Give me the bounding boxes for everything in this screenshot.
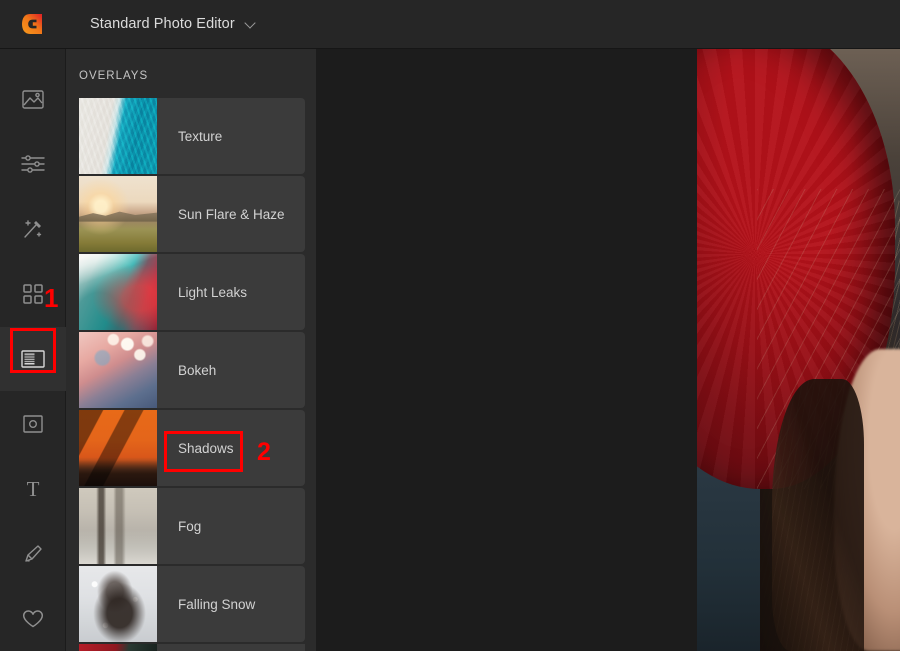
sidebar-item-brush[interactable]	[0, 521, 66, 586]
image-icon	[22, 90, 44, 109]
overlay-label: Sun Flare & Haze	[157, 176, 285, 252]
list-item[interactable]: Sun Flare & Haze	[79, 176, 305, 252]
panel-title: OVERLAYS	[66, 49, 316, 82]
sidebar-item-adjust[interactable]	[0, 132, 66, 197]
overlays-icon	[21, 349, 45, 369]
annotation-number-2: 2	[257, 438, 271, 467]
list-item[interactable]: Texture	[79, 98, 305, 174]
overlay-thumbnail	[79, 98, 157, 174]
sidebar-item-text[interactable]: T	[0, 456, 66, 521]
top-bar: Standard Photo Editor	[0, 0, 900, 49]
heart-icon	[22, 609, 44, 629]
annotation-number-1: 1	[44, 283, 58, 314]
overlay-thumbnail	[79, 410, 157, 486]
overlay-thumbnail	[79, 176, 157, 252]
svg-text:T: T	[26, 479, 39, 499]
overlay-label: Texture	[157, 98, 222, 174]
overlay-thumbnail	[79, 488, 157, 564]
chevron-down-icon[interactable]	[246, 19, 257, 30]
frame-icon	[23, 415, 43, 433]
sidebar-item-photo[interactable]	[0, 67, 66, 132]
sidebar-item-frames[interactable]	[0, 391, 66, 456]
overlay-thumbnail	[79, 566, 157, 642]
photo-editor-window: Standard Photo Editor	[0, 0, 900, 651]
overlay-label	[157, 644, 178, 651]
overlays-list: Texture Sun Flare & Haze Light Leaks Bok…	[66, 98, 316, 651]
sidebar-item-favorites[interactable]	[0, 586, 66, 651]
photo-preview[interactable]	[697, 49, 900, 651]
overlay-label: Light Leaks	[157, 254, 247, 330]
list-item[interactable]: Falling Snow	[79, 566, 305, 642]
text-t-icon: T	[23, 479, 43, 499]
sliders-icon	[21, 154, 45, 174]
magic-wand-icon	[22, 218, 44, 240]
grid-squares-icon	[23, 284, 43, 304]
app-logo-button[interactable]	[0, 0, 66, 49]
document-title-dropdown[interactable]: Standard Photo Editor	[90, 16, 257, 32]
overlay-label: Bokeh	[157, 332, 216, 408]
brush-icon	[22, 543, 44, 565]
document-title-label: Standard Photo Editor	[90, 16, 235, 32]
overlay-thumbnail	[79, 254, 157, 330]
overlay-label: Shadows	[157, 410, 234, 486]
editor-canvas[interactable]	[316, 49, 900, 651]
tool-rail: T	[0, 49, 66, 651]
app-logo-c-icon	[20, 11, 46, 37]
overlay-thumbnail	[79, 332, 157, 408]
sidebar-item-overlays[interactable]	[0, 327, 66, 392]
overlays-panel: OVERLAYS Texture Sun Flare & Haze Light …	[66, 49, 316, 651]
overlay-label: Falling Snow	[157, 566, 255, 642]
list-item[interactable]	[79, 644, 305, 651]
overlay-label: Fog	[157, 488, 201, 564]
list-item[interactable]: Fog	[79, 488, 305, 564]
list-item[interactable]: Light Leaks	[79, 254, 305, 330]
overlay-thumbnail	[79, 644, 157, 651]
photo-hair-front	[772, 379, 864, 651]
list-item-shadows[interactable]: Shadows	[79, 410, 305, 486]
list-item[interactable]: Bokeh	[79, 332, 305, 408]
sidebar-item-effects[interactable]	[0, 197, 66, 262]
